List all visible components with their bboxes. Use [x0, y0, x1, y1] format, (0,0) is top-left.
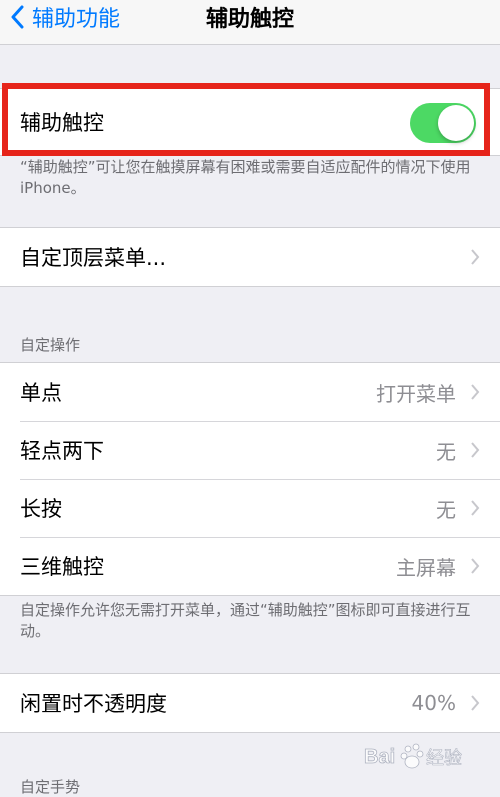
- double-tap-label: 轻点两下: [20, 439, 104, 463]
- custom-actions-note: 自定操作允许您无需打开菜单，通过“辅助触控”图标即可直接进行互动。: [20, 601, 471, 640]
- svg-text:经验: 经验: [426, 748, 462, 769]
- assistive-touch-note: “辅助触控”可让您在触摸屏幕有困难或需要自适应配件的情况下使用 iPhone。: [20, 158, 471, 197]
- 3d-touch-row[interactable]: 三维触控 主屏幕: [0, 537, 500, 595]
- svg-text:Bai: Bai: [364, 746, 395, 768]
- single-tap-label: 单点: [20, 381, 62, 405]
- double-tap-value: 无: [436, 439, 456, 464]
- idle-opacity-label: 闲置时不透明度: [20, 692, 167, 716]
- customize-top-menu-row[interactable]: 自定顶层菜单...: [0, 228, 500, 286]
- chevron-right-icon: [471, 558, 480, 574]
- baidu-logo-icon: Bai 经验: [364, 743, 462, 769]
- chevron-right-icon: [471, 442, 480, 458]
- toggle-knob: [438, 105, 474, 141]
- single-tap-value: 打开菜单: [376, 381, 456, 406]
- 3d-touch-label: 三维触控: [20, 555, 104, 579]
- assistive-touch-toggle[interactable]: [410, 103, 476, 143]
- idle-opacity-value: 40%: [411, 691, 456, 715]
- long-press-value: 无: [436, 497, 456, 522]
- custom-actions-header: 自定操作: [20, 336, 81, 354]
- customize-top-menu-label: 自定顶层菜单...: [20, 246, 167, 270]
- chevron-right-icon: [471, 500, 480, 516]
- chevron-right-icon: [471, 384, 480, 400]
- chevron-right-icon: [471, 695, 480, 711]
- top-menu-group: 自定顶层菜单...: [0, 227, 500, 287]
- baidu-jingyan-watermark: Bai 经验: [364, 739, 474, 773]
- assistive-touch-row: 辅助触控: [0, 89, 500, 155]
- double-tap-row[interactable]: 轻点两下 无: [0, 421, 500, 479]
- 3d-touch-value: 主屏幕: [396, 555, 456, 580]
- single-tap-row[interactable]: 单点 打开菜单: [0, 363, 500, 421]
- idle-opacity-row[interactable]: 闲置时不透明度 40%: [0, 674, 500, 732]
- custom-actions-group: 单点 打开菜单 轻点两下 无 长按 无 三维触控 主屏幕: [0, 362, 500, 596]
- page-title: 辅助触控: [205, 7, 294, 32]
- navigation-bar: 辅助功能 辅助触控: [0, 0, 500, 45]
- long-press-label: 长按: [20, 497, 62, 521]
- idle-opacity-group: 闲置时不透明度 40%: [0, 673, 500, 733]
- assistive-touch-group: 辅助触控: [0, 88, 500, 156]
- custom-gestures-header: 自定手势: [20, 778, 81, 796]
- long-press-row[interactable]: 长按 无: [0, 479, 500, 537]
- chevron-right-icon: [471, 249, 480, 265]
